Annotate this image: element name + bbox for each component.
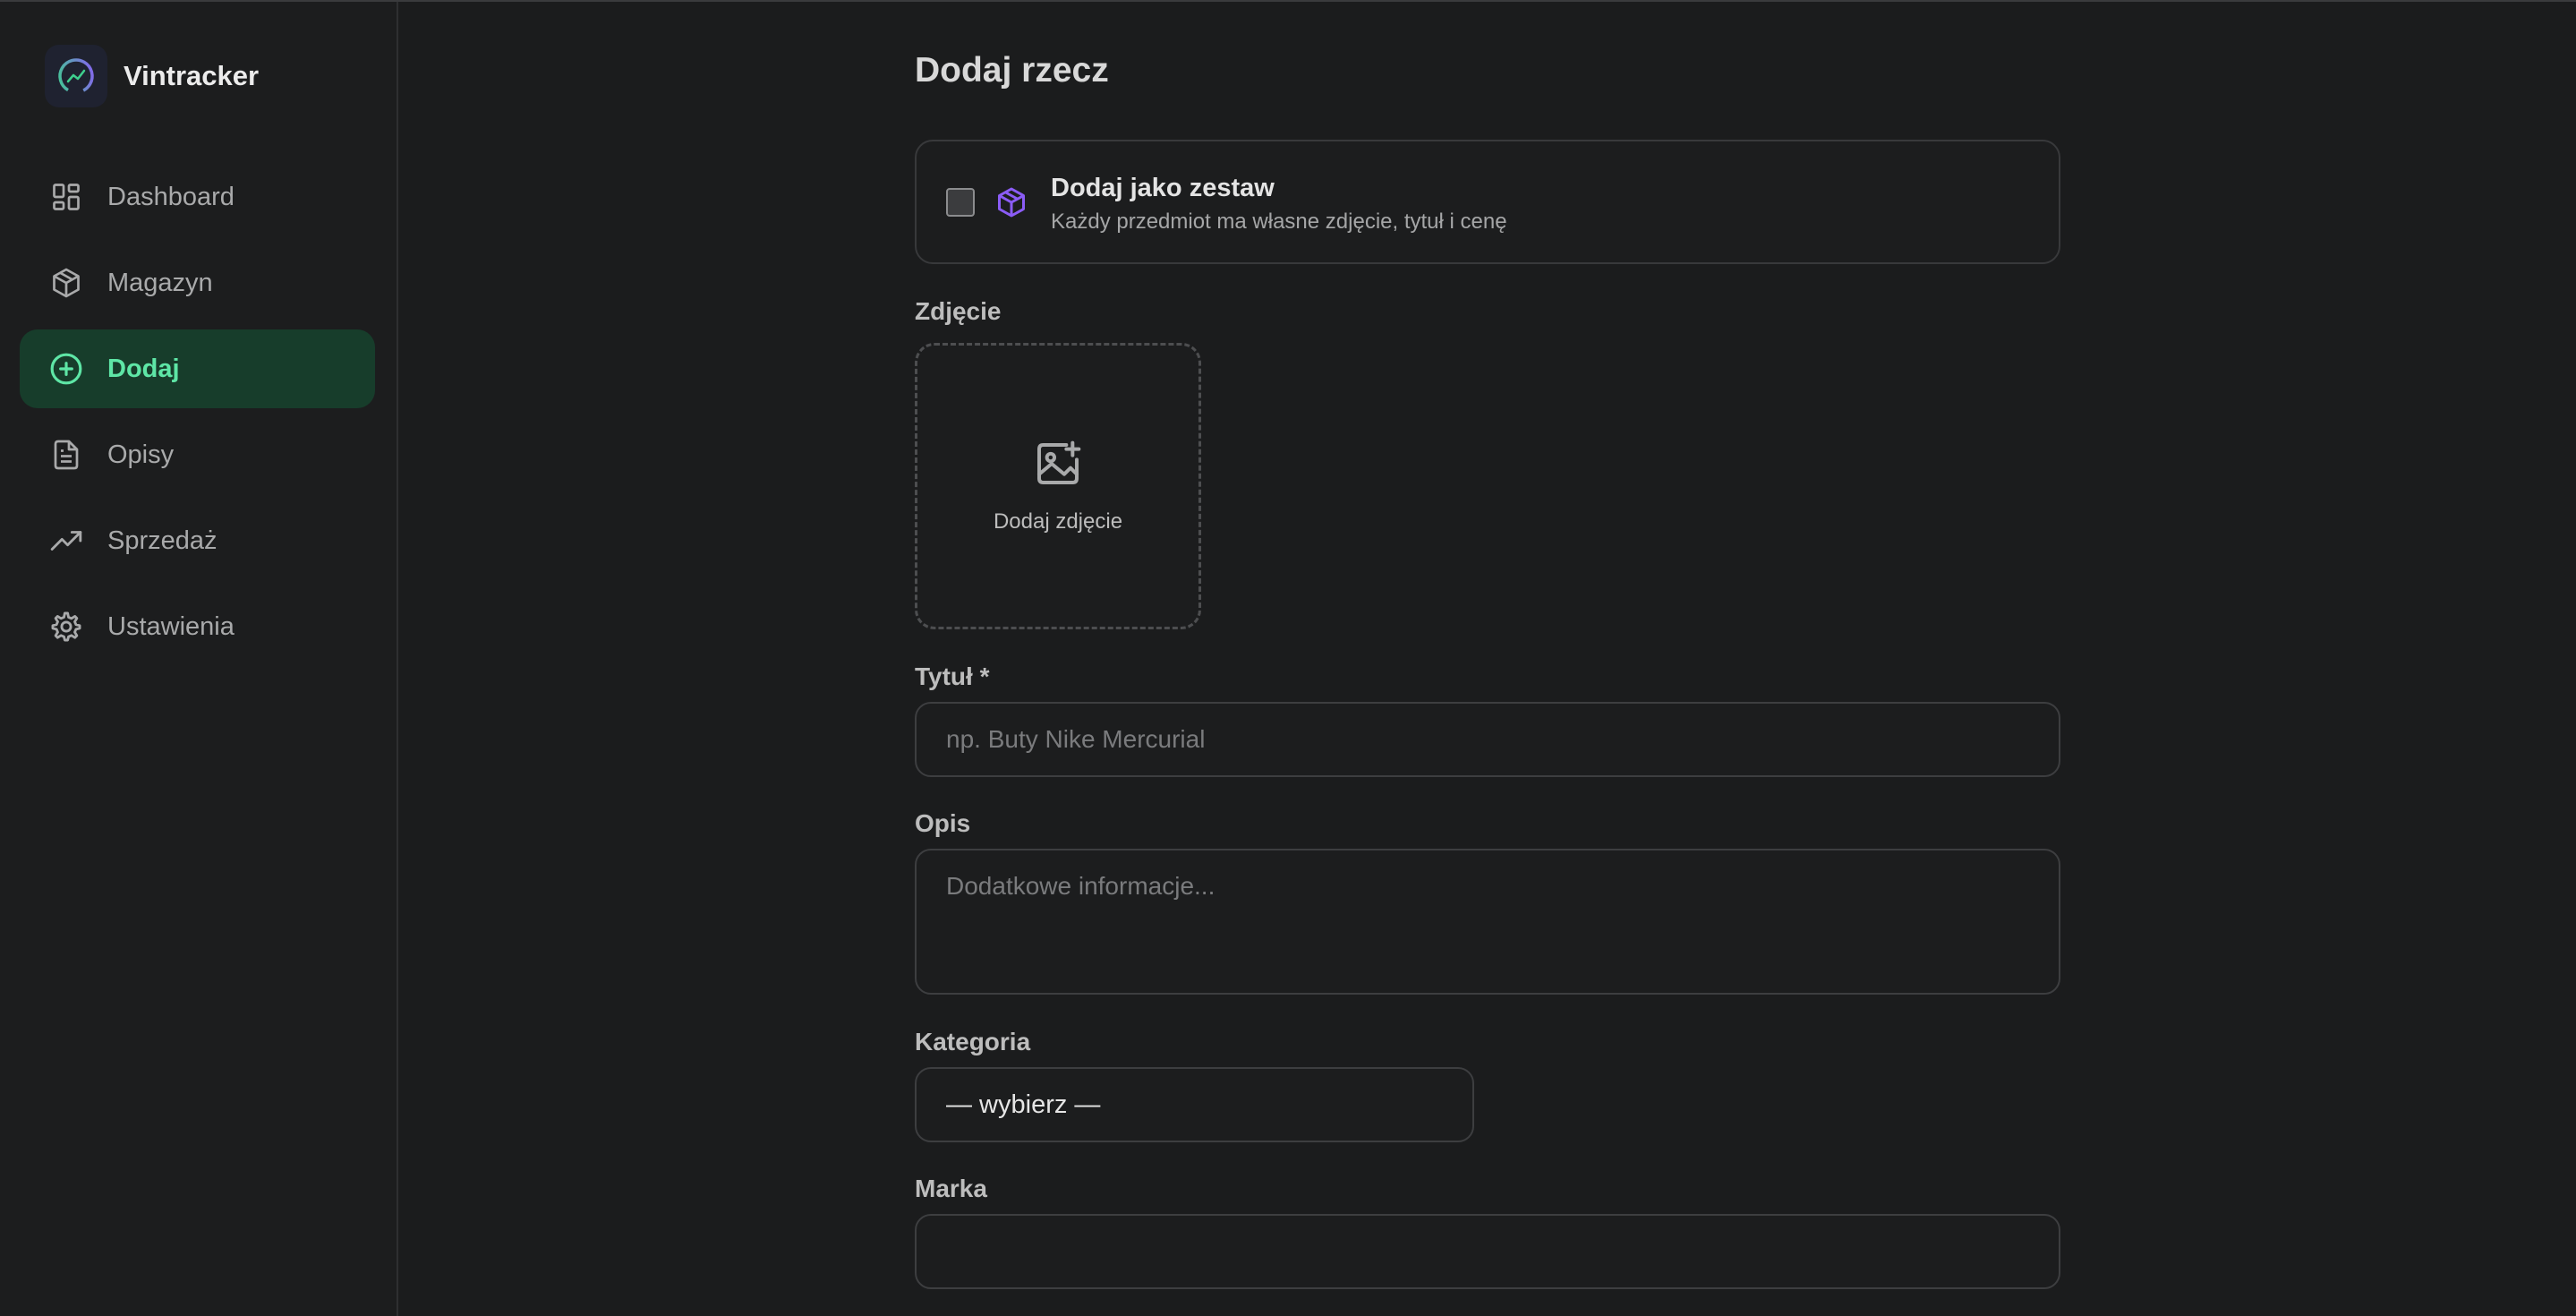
page-title: Dodaj rzecz (915, 51, 1109, 90)
sidebar-item-label: Sprzedaż (107, 526, 218, 555)
sidebar: Vintracker Dashboard Magazyn Dodaj Opisy… (0, 2, 398, 1316)
brand-input[interactable] (915, 1214, 2060, 1289)
sidebar-item-dodaj[interactable]: Dodaj (20, 329, 375, 408)
sidebar-item-dashboard[interactable]: Dashboard (20, 158, 375, 236)
brand[interactable]: Vintracker (45, 45, 259, 107)
plus-circle-icon (48, 351, 84, 387)
brand-name: Vintracker (124, 60, 260, 91)
photo-label: Zdjęcie (915, 297, 1002, 325)
sidebar-item-magazyn[interactable]: Magazyn (20, 244, 375, 322)
add-as-set-title: Dodaj jako zestaw (1051, 174, 1275, 202)
sidebar-item-label: Opisy (107, 440, 175, 469)
add-as-set-subtitle: Każdy przedmiot ma własne zdjęcie, tytuł… (1051, 209, 1507, 234)
image-plus-icon (1033, 439, 1083, 493)
sidebar-nav: Dashboard Magazyn Dodaj Opisy Sprzedaż U… (20, 158, 375, 673)
sidebar-item-label: Dodaj (107, 354, 180, 383)
sidebar-item-label: Dashboard (107, 182, 235, 211)
add-as-set-option[interactable]: Dodaj jako zestaw Każdy przedmiot ma wła… (915, 140, 2060, 264)
package-icon (995, 186, 1028, 223)
add-as-set-checkbox[interactable] (946, 188, 975, 217)
add-photo-button[interactable]: Dodaj zdjęcie (915, 343, 1201, 629)
category-select[interactable]: — wybierz — (915, 1067, 1474, 1142)
sidebar-item-opisy[interactable]: Opisy (20, 415, 375, 494)
sidebar-item-label: Ustawienia (107, 611, 235, 641)
dashboard-icon (48, 179, 84, 215)
package-icon (48, 265, 84, 301)
sidebar-item-ustawienia[interactable]: Ustawienia (20, 587, 375, 666)
title-input[interactable] (915, 702, 2060, 777)
brand-logo-icon (45, 45, 107, 107)
sidebar-item-sprzedaz[interactable]: Sprzedaż (20, 501, 375, 580)
document-icon (48, 437, 84, 473)
description-label: Opis (915, 809, 971, 837)
app-window: Vintracker Dashboard Magazyn Dodaj Opisy… (0, 0, 2576, 1316)
add-photo-label: Dodaj zdjęcie (993, 508, 1123, 534)
brand-label: Marka (915, 1175, 987, 1202)
sidebar-item-label: Magazyn (107, 268, 213, 297)
description-textarea[interactable] (915, 849, 2060, 995)
gear-icon (48, 609, 84, 645)
title-label: Tytuł * (915, 662, 990, 690)
category-selected-value: — wybierz — (946, 1090, 1101, 1119)
trending-up-icon (48, 523, 84, 559)
category-label: Kategoria (915, 1028, 1031, 1055)
